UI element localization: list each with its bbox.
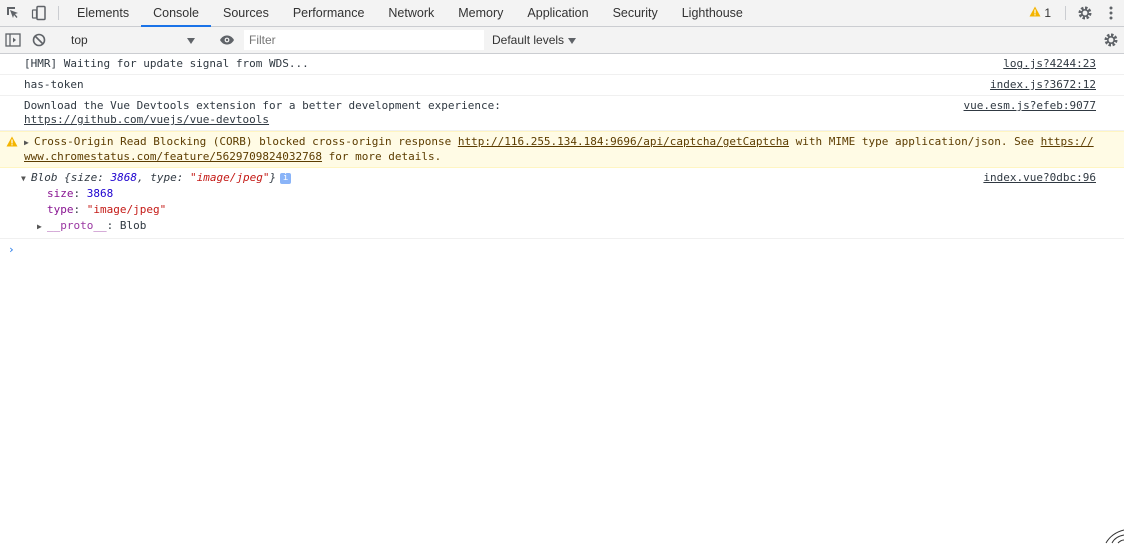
object-head: Blob {size: 3868, type: "image/jpeg"} (31, 171, 276, 184)
tab-performance[interactable]: Performance (281, 0, 377, 26)
tab-console[interactable]: Console (141, 0, 211, 27)
chevron-down-icon (568, 33, 577, 47)
eye-icon[interactable] (214, 35, 240, 45)
devtools-tabbar: Elements Console Sources Performance Net… (0, 0, 1124, 27)
object-proto[interactable]: ▶ __proto__: Blob (24, 218, 1096, 235)
message-text: [HMR] Waiting for update signal from WDS… (24, 57, 309, 70)
preview-size-key: size (70, 171, 98, 184)
property-key: size (47, 187, 74, 200)
object-brace-close: } (269, 171, 277, 184)
warning-icon (6, 136, 18, 151)
console-object-message: ▼ Blob {size: 3868, type: "image/jpeg"} i … (0, 168, 1124, 239)
inspect-element-icon[interactable] (0, 0, 26, 26)
message-body: Download the Vue Devtools extension for … (24, 99, 501, 112)
property-value: "image/jpeg" (86, 203, 167, 216)
collapse-triangle-icon[interactable]: ▼ (21, 172, 31, 186)
tab-label: Elements (77, 6, 130, 20)
console-prompt[interactable]: › (0, 239, 1124, 263)
preview-colon: : (97, 171, 111, 184)
preview-colon: : (176, 171, 190, 184)
gear-icon[interactable] (1072, 0, 1098, 26)
tab-lighthouse[interactable]: Lighthouse (670, 0, 755, 26)
warning-counter[interactable]: 1 (1021, 0, 1059, 26)
property-colon: : (73, 203, 87, 216)
tab-security[interactable]: Security (601, 0, 670, 26)
proto-key: __proto__ (47, 219, 107, 232)
message-text: Download the Vue Devtools extension for … (24, 99, 1096, 127)
tab-label: Performance (292, 6, 365, 20)
property-colon: : (106, 219, 120, 232)
warning-count: 1 (1044, 6, 1051, 20)
preview-type-key: type (150, 171, 177, 184)
kebab-menu-icon[interactable] (1098, 0, 1124, 26)
chevron-down-icon (187, 33, 195, 47)
tab-label: Lighthouse (681, 6, 743, 20)
warning-text: ▶ Cross-Origin Read Blocking (CORB) block… (24, 135, 1096, 164)
tab-sources[interactable]: Sources (211, 0, 281, 26)
tabbar-right: 1 (1021, 0, 1124, 26)
tab-label: Security (612, 6, 658, 20)
tab-memory[interactable]: Memory (446, 0, 515, 26)
levels-label: Default levels (492, 33, 565, 47)
tab-label: Application (527, 6, 589, 20)
log-levels-dropdown[interactable]: Default levels (492, 33, 577, 47)
preview-comma: , (137, 171, 151, 184)
warning-icon (1029, 6, 1041, 20)
preview-size-value: 3868 (110, 171, 138, 184)
corb-url[interactable]: http://116.255.134.184:9696/api/captcha/… (458, 135, 789, 148)
gear-icon[interactable] (1098, 32, 1124, 48)
tab-label: Sources (222, 6, 269, 20)
warning-suffix: for more details. (322, 150, 442, 163)
object-brace-open: { (57, 171, 71, 184)
object-property: size: 3868 (24, 186, 1096, 202)
property-value: 3868 (86, 187, 114, 200)
tab-application[interactable]: Application (515, 0, 600, 26)
prompt-chevron-icon: › (8, 243, 15, 256)
context-value: top (71, 33, 88, 47)
object-preview[interactable]: ▼ Blob {size: 3868, type: "image/jpeg"} i (21, 171, 1096, 186)
tabbar-divider (1065, 6, 1066, 20)
property-key: type (47, 203, 74, 216)
device-toolbar-icon[interactable] (26, 0, 52, 26)
clear-console-icon[interactable] (26, 33, 52, 47)
warning-prefix: Cross-Origin Read Blocking (CORB) blocke… (34, 135, 458, 148)
console-toolbar: top Default levels (0, 27, 1124, 54)
proto-value: Blob (119, 219, 147, 232)
console-output: [HMR] Waiting for update signal from WDS… (0, 54, 1124, 263)
source-link[interactable]: index.js?3672:12 (990, 78, 1096, 92)
resize-corner-icon[interactable] (1102, 526, 1124, 544)
property-colon: : (73, 187, 87, 200)
tab-label: Console (153, 6, 199, 20)
expand-triangle-icon[interactable]: ▶ (37, 219, 47, 235)
tab-network[interactable]: Network (376, 0, 446, 26)
source-link[interactable]: index.vue?0dbc:96 (983, 171, 1096, 185)
tabbar-divider (58, 6, 59, 20)
info-icon[interactable]: i (280, 172, 292, 184)
console-message: [HMR] Waiting for update signal from WDS… (0, 54, 1124, 75)
console-message: has-token index.js?3672:12 (0, 75, 1124, 96)
sidebar-toggle-icon[interactable] (0, 33, 26, 47)
object-property: type: "image/jpeg" (24, 202, 1096, 218)
context-selector[interactable]: top (65, 29, 201, 51)
source-link[interactable]: vue.esm.js?efeb:9077 (964, 99, 1096, 113)
devtools-link[interactable]: https://github.com/vuejs/vue-devtools (24, 113, 269, 126)
tab-elements[interactable]: Elements (65, 0, 141, 26)
source-link[interactable]: log.js?4244:23 (1003, 57, 1096, 71)
console-message: Download the Vue Devtools extension for … (0, 96, 1124, 131)
console-warning: ▶ Cross-Origin Read Blocking (CORB) block… (0, 131, 1124, 168)
message-text: has-token (24, 78, 84, 91)
warning-middle: with MIME type application/json. See (788, 135, 1041, 148)
tab-label: Memory (458, 6, 504, 20)
object-name: Blob (31, 171, 58, 184)
filter-input[interactable] (244, 30, 484, 50)
preview-type-value: "image/jpeg" (190, 171, 270, 184)
expand-triangle-icon[interactable]: ▶ (24, 136, 34, 150)
tab-label: Network (388, 6, 435, 20)
